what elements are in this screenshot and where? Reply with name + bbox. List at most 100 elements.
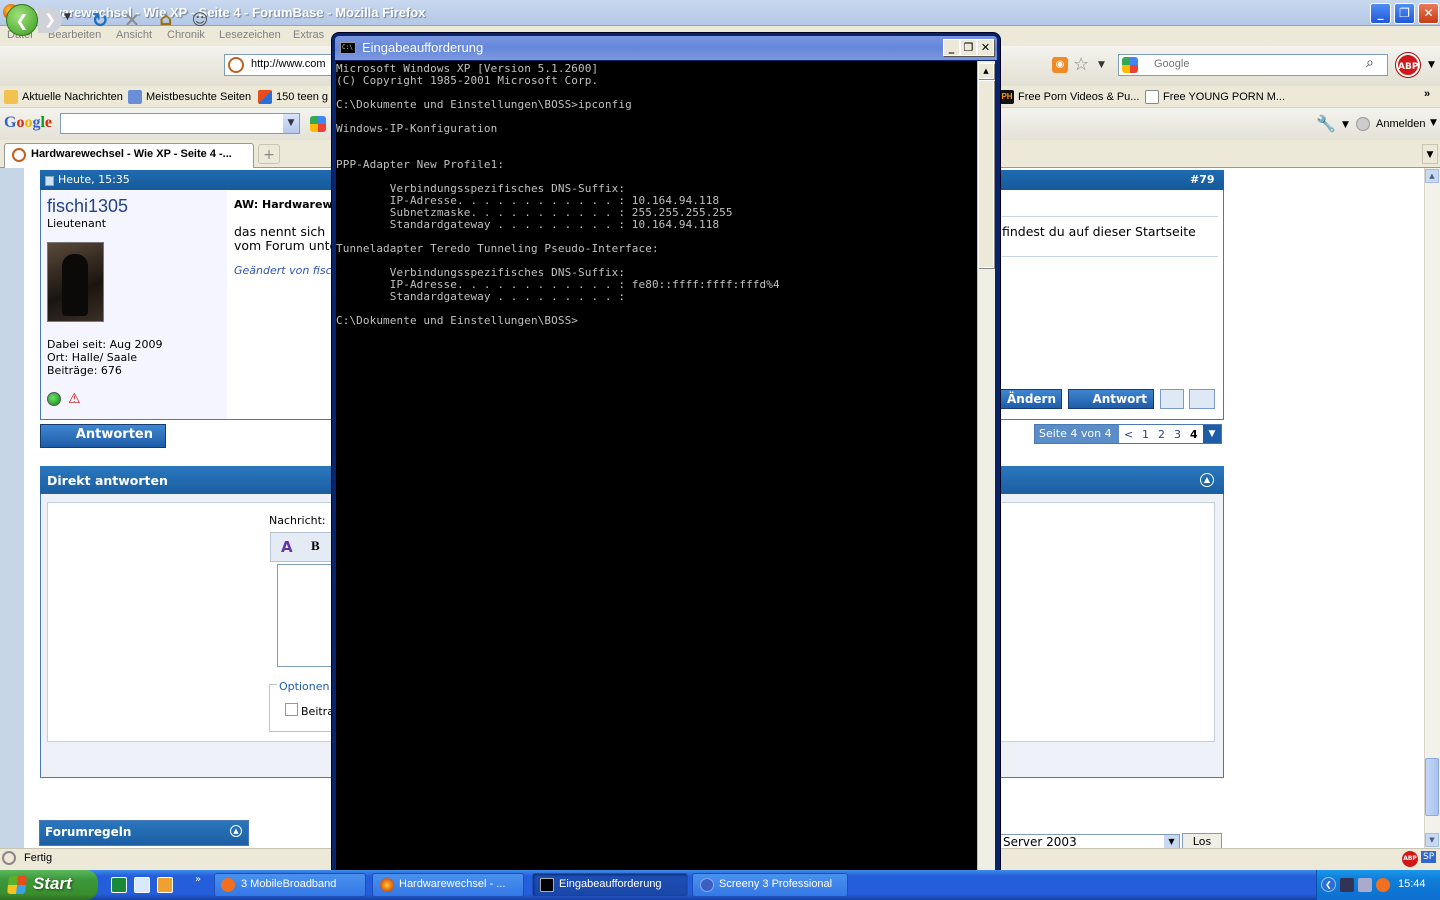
username[interactable]: fischi1305 [47,196,128,217]
quicklaunch-app-icon[interactable] [111,877,127,893]
site-bookmark-icon [258,90,272,104]
url-dropdown-icon[interactable]: ▼ [1098,60,1105,70]
search-engine-icon[interactable] [1122,57,1138,73]
post-text-line2: vom Forum unte [234,238,338,253]
tray-speaker-icon[interactable] [1358,878,1372,892]
bookmarks-more[interactable]: » [1424,88,1430,100]
bookmark-young[interactable]: Free YOUNG PORN M... [1145,90,1285,104]
pagination-page-2[interactable]: 2 [1158,428,1165,441]
menu-lesezeichen[interactable]: Lesezeichen [219,29,281,41]
forum-jump-dropdown-icon[interactable]: ▼ [1164,835,1179,849]
cmd-minimize-button[interactable]: _ [943,39,960,56]
cmd-close-button[interactable]: ✕ [977,39,994,56]
search-icon[interactable]: ⌕ [1366,55,1374,71]
bold-button[interactable]: B [311,538,320,554]
cmd-app-icon[interactable]: C:\ [340,42,356,54]
search-input[interactable] [1154,58,1354,70]
message-textarea[interactable] [277,564,333,667]
tray-network-icon[interactable] [1340,878,1354,892]
bookmark-mostvisited[interactable]: Meistbesuchte Seiten [128,90,251,104]
post-divider-2 [1002,256,1218,257]
pagination-dropdown-icon[interactable]: ▼ [1203,425,1221,443]
restore-button[interactable]: ❐ [1394,3,1415,24]
quick-edit-icon[interactable] [1189,389,1215,409]
stop-icon[interactable]: ✕ [118,6,146,34]
cmd-title: Eingabeaufforderung [362,40,484,55]
quicklaunch-desktop-icon[interactable] [134,877,150,893]
history-dropdown-icon[interactable]: ▼ [64,12,71,22]
cmd-scroll-up-icon[interactable]: ▲ [978,63,994,79]
signin-icon[interactable] [1356,117,1370,131]
bookmark-teen[interactable]: 150 teen g [258,90,328,104]
pagination-page-3[interactable]: 3 [1174,428,1181,441]
post-divider [1002,216,1218,217]
bookmark-mostvisited-label: Meistbesuchte Seiten [146,90,252,103]
firefox-titlebar[interactable]: Hardwarewechsel - Wie XP - Seite 4 - For… [0,0,1440,26]
avatar-figure [62,254,88,316]
quick-reply-title: Direkt antworten [47,473,168,488]
collapse-icon[interactable]: ▲ [1200,473,1214,487]
status-sp-icon[interactable]: SP [1421,851,1437,863]
clock[interactable]: 15:44 [1398,878,1426,890]
wrench-icon[interactable]: 🔧 [1316,114,1336,133]
bookmark-teen-label: 150 teen g [276,90,328,103]
tray-broadband-icon[interactable] [1376,878,1390,892]
scroll-down-icon[interactable]: ▼ [1425,833,1439,847]
pagination-page-1[interactable]: 1 [1142,428,1149,441]
task-mobilebroadband[interactable]: 3 MobileBroadband [214,873,366,897]
task-cmd[interactable]: Eingabeaufforderung [532,873,688,897]
tab-label: Hardwarewechsel - Wie XP - Seite 4 -... [31,148,232,160]
post-text-line1: das nennt sich [234,224,326,239]
adblock-dropdown-icon[interactable]: ▼ [1428,60,1435,70]
tab-favicon-icon [12,148,26,162]
post-number[interactable]: #79 [1190,173,1215,186]
bookmark-news[interactable]: Aktuelle Nachrichten [4,90,123,104]
tab-list-icon[interactable]: ▼ [1422,144,1438,164]
chat-icon[interactable]: ☺ [186,6,214,34]
minimize-button[interactable]: _ [1370,3,1391,24]
bookmark-porn-videos-label: Free Porn Videos & Pu... [1018,90,1140,103]
close-button[interactable]: ✕ [1418,3,1439,24]
multiquote-icon[interactable] [1160,389,1184,409]
task-screeny[interactable]: Screeny 3 Professional [692,873,848,897]
start-label: Start [33,874,72,893]
signin-link[interactable]: Anmelden [1376,118,1426,130]
font-icon[interactable]: A [281,538,293,556]
option-checkbox-label: Beitra [301,705,334,718]
toolbar-more-icon[interactable]: ▼ [1430,118,1437,128]
page-scroll-thumb[interactable] [1425,758,1439,816]
adblock-icon[interactable]: ABP [1396,53,1420,77]
option-checkbox[interactable] [285,703,298,716]
google-dropdown-icon[interactable]: ▼ [283,114,299,133]
wrench-dropdown-icon[interactable]: ▼ [1342,120,1349,130]
google-search-input[interactable] [60,113,300,134]
pagination-prev[interactable]: < [1124,428,1133,441]
task-firefox[interactable]: Hardwarewechsel - ... [372,873,524,897]
home-icon[interactable]: ⌂ [152,6,180,34]
cmd-scroll-thumb[interactable] [978,80,994,268]
quicklaunch-mail-icon[interactable] [157,877,173,893]
rss-icon[interactable]: ◉ [1052,57,1068,73]
reply-button[interactable]: Antworten [40,424,166,448]
tray-expand-icon[interactable]: ❮ [1321,877,1336,892]
edit-post-button[interactable]: Ändern [1000,389,1062,409]
bookmark-porn-videos[interactable]: PH Free Porn Videos & Pu... [1000,90,1139,104]
post-edited-note: Geändert von fisc [234,264,332,277]
reply-post-button[interactable]: Antwort [1068,389,1154,409]
forum-rules-collapse-icon[interactable]: ▲ [230,825,242,837]
folder-bookmark-icon [128,90,142,104]
new-tab-button[interactable]: + [258,144,280,164]
status-adblock-icon[interactable]: ABP [1402,851,1418,867]
cmd-restore-button[interactable]: ❐ [960,39,977,56]
scroll-up-icon[interactable]: ▲ [1425,169,1439,183]
report-warning-icon[interactable]: ⚠ [68,391,81,407]
reload-icon[interactable]: ↻ [86,6,114,34]
back-icon[interactable]: ❮ [6,4,38,36]
menu-extras[interactable]: Extras [293,29,324,41]
quicklaunch-more-icon[interactable]: » [195,874,201,885]
editor-toolbar [270,532,332,562]
page-scrollbar[interactable] [1424,168,1440,848]
message-label: Nachricht: [269,514,326,527]
google-search-icon[interactable] [310,116,326,132]
bookmark-star-icon[interactable]: ☆ [1073,54,1089,75]
